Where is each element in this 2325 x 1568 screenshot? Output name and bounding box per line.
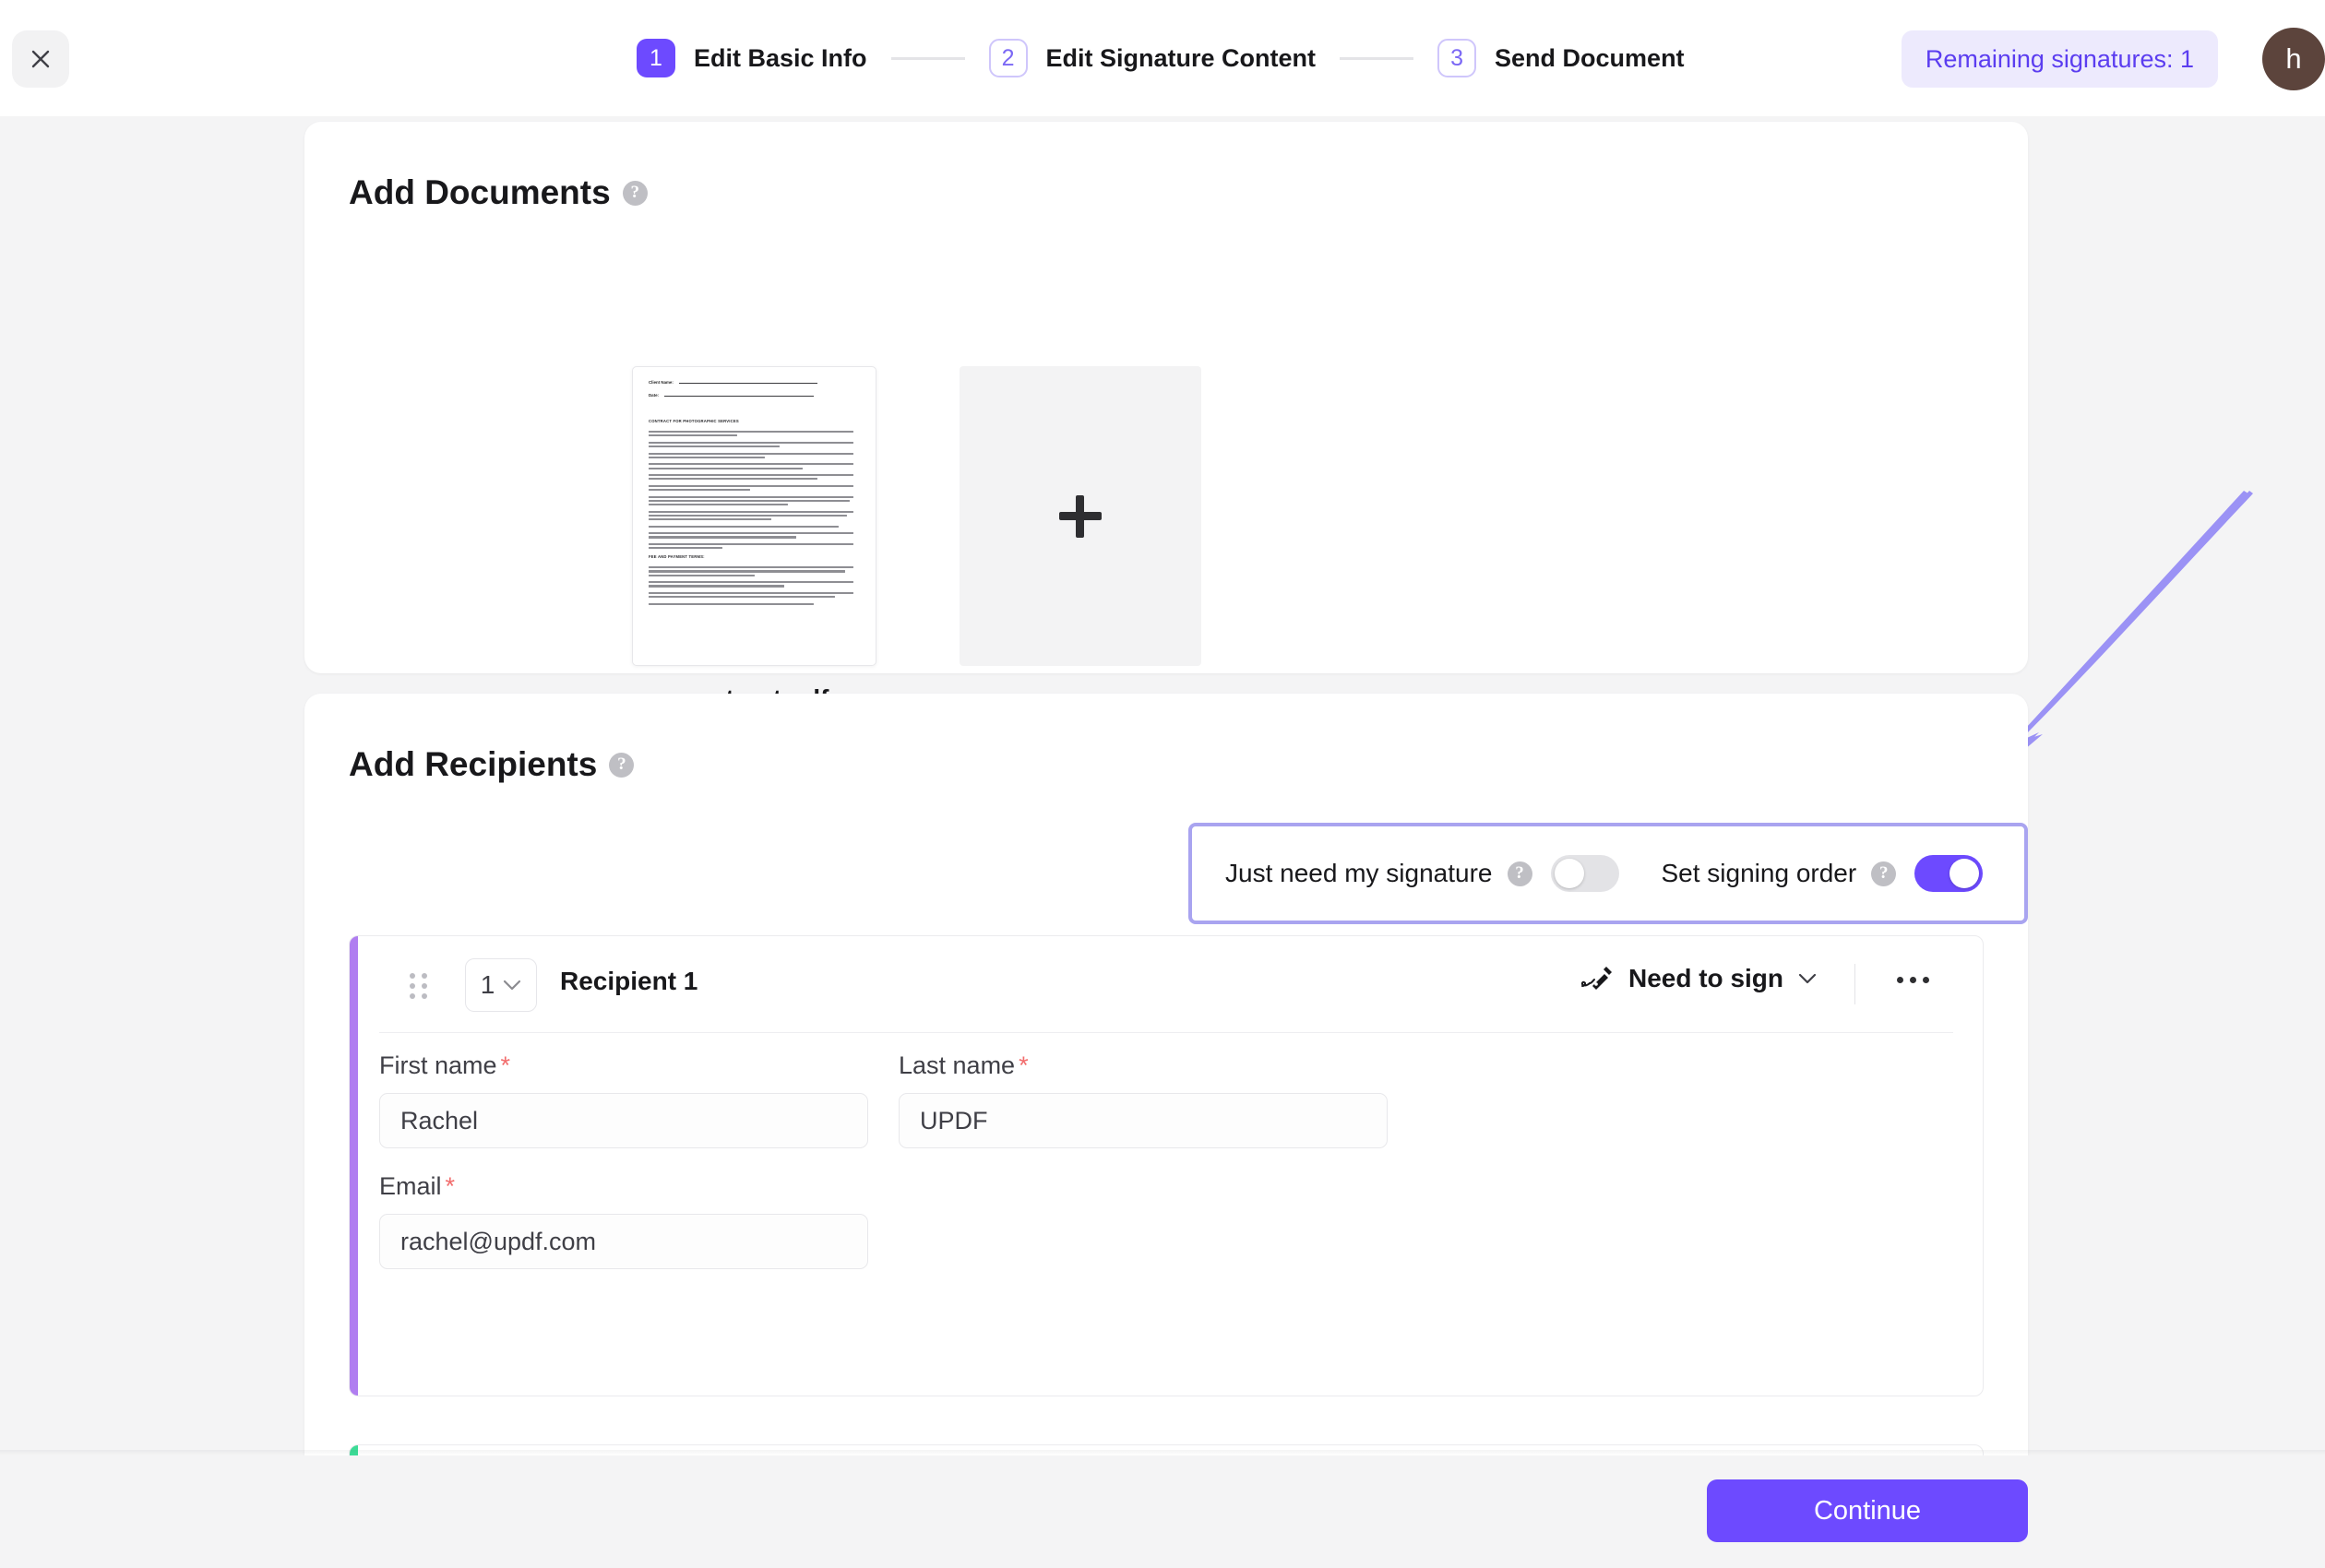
email-input[interactable] <box>379 1214 868 1269</box>
help-icon[interactable]: ? <box>609 753 634 778</box>
email-field-row: Email* <box>379 1172 1953 1269</box>
add-recipients-title-text: Add Recipients <box>349 745 597 783</box>
signing-options-highlight: Just need my signature ? Set signing ord… <box>1188 823 2028 924</box>
required-mark: * <box>1019 1051 1029 1079</box>
step-2-badge: 2 <box>989 39 1028 77</box>
just-need-my-signature-group: Just need my signature ? <box>1225 855 1619 892</box>
add-documents-title: Add Documents? <box>349 173 648 212</box>
set-signing-order-group: Set signing order ? <box>1662 855 1984 892</box>
signature-pen-icon <box>1580 964 1614 993</box>
recipient-role-select[interactable]: Need to sign <box>1580 964 1817 993</box>
step-1[interactable]: 1 Edit Basic Info <box>637 39 867 77</box>
recipient-order-select[interactable]: 1 <box>465 958 537 1012</box>
plus-icon <box>1059 495 1102 538</box>
email-field: Email* <box>379 1172 868 1269</box>
preview-section-heading: FEE AND PAYMENT TERMS: <box>649 554 860 559</box>
step-connector-2 <box>1340 57 1413 60</box>
name-field-row: First name* Last name* <box>379 1051 1953 1148</box>
first-name-input[interactable] <box>379 1093 868 1148</box>
add-documents-card: Add Documents? Client Name: Date: CONTRA… <box>304 122 2028 673</box>
set-signing-order-label: Set signing order <box>1662 859 1857 888</box>
page-canvas: Add Documents? Client Name: Date: CONTRA… <box>0 116 2325 1455</box>
avatar[interactable]: h <box>2262 28 2325 90</box>
close-icon <box>29 47 53 71</box>
remaining-signatures-badge: Remaining signatures: 1 <box>1902 30 2218 88</box>
step-2-label: Edit Signature Content <box>1046 44 1317 73</box>
recipient-divider <box>1854 964 1855 1004</box>
document-preview: Client Name: Date: CONTRACT FOR PHOTOGRA… <box>633 367 876 623</box>
recipient-form: First name* Last name* Email* <box>379 1051 1953 1293</box>
chevron-down-icon <box>1798 973 1817 985</box>
document-thumbnail[interactable]: Client Name: Date: CONTRACT FOR PHOTOGRA… <box>632 366 876 666</box>
recipient-header-divider <box>379 1032 1953 1033</box>
document-item[interactable]: Client Name: Date: CONTRACT FOR PHOTOGRA… <box>632 366 876 750</box>
first-name-label: First name* <box>379 1051 868 1080</box>
add-recipients-title: Add Recipients? <box>349 745 634 784</box>
step-2[interactable]: 2 Edit Signature Content <box>989 39 1317 77</box>
last-name-field: Last name* <box>899 1051 1388 1148</box>
help-icon[interactable]: ? <box>623 181 648 206</box>
close-button[interactable] <box>12 30 69 88</box>
recipient-order-value: 1 <box>481 970 495 1000</box>
just-need-my-signature-label: Just need my signature <box>1225 859 1493 888</box>
continue-button[interactable]: Continue <box>1707 1479 2028 1542</box>
preview-date-field: Date: <box>649 393 860 398</box>
recipient-card: 1 Recipient 1 Need to sign <box>349 935 1984 1396</box>
last-name-label: Last name* <box>899 1051 1388 1080</box>
preview-heading: CONTRACT FOR PHOTOGRAPHIC SERVICES <box>649 419 860 423</box>
recipient-header: 1 Recipient 1 Need to sign <box>350 936 1983 1032</box>
step-connector-1 <box>891 57 965 60</box>
last-name-input[interactable] <box>899 1093 1388 1148</box>
step-3-label: Send Document <box>1495 44 1685 73</box>
preview-client-field: Client Name: <box>649 380 860 385</box>
page-footer: Continue <box>0 1455 2325 1568</box>
just-need-my-signature-toggle[interactable] <box>1551 855 1619 892</box>
step-1-label: Edit Basic Info <box>694 44 867 73</box>
recipient-role-label: Need to sign <box>1628 964 1783 993</box>
chevron-down-icon <box>503 980 521 992</box>
drag-handle-icon[interactable] <box>410 973 428 1001</box>
set-signing-order-toggle[interactable] <box>1914 855 1983 892</box>
help-icon[interactable]: ? <box>1871 861 1896 886</box>
recipient-title: Recipient 1 <box>560 967 698 996</box>
step-3[interactable]: 3 Send Document <box>1437 39 1685 77</box>
required-mark: * <box>501 1051 511 1079</box>
upload-document-button[interactable] <box>960 366 1201 666</box>
preview-client-label: Client Name: <box>649 380 674 385</box>
add-documents-title-text: Add Documents <box>349 173 611 211</box>
required-mark: * <box>446 1172 456 1200</box>
recipient-more-menu[interactable] <box>1891 968 1935 992</box>
wizard-stepper: 1 Edit Basic Info 2 Edit Signature Conte… <box>637 0 1685 116</box>
step-1-badge: 1 <box>637 39 675 77</box>
email-label: Email* <box>379 1172 868 1201</box>
preview-date-label: Date: <box>649 393 659 398</box>
step-3-badge: 3 <box>1437 39 1476 77</box>
help-icon[interactable]: ? <box>1508 861 1532 886</box>
app-header: 1 Edit Basic Info 2 Edit Signature Conte… <box>0 0 2325 116</box>
first-name-field: First name* <box>379 1051 868 1148</box>
